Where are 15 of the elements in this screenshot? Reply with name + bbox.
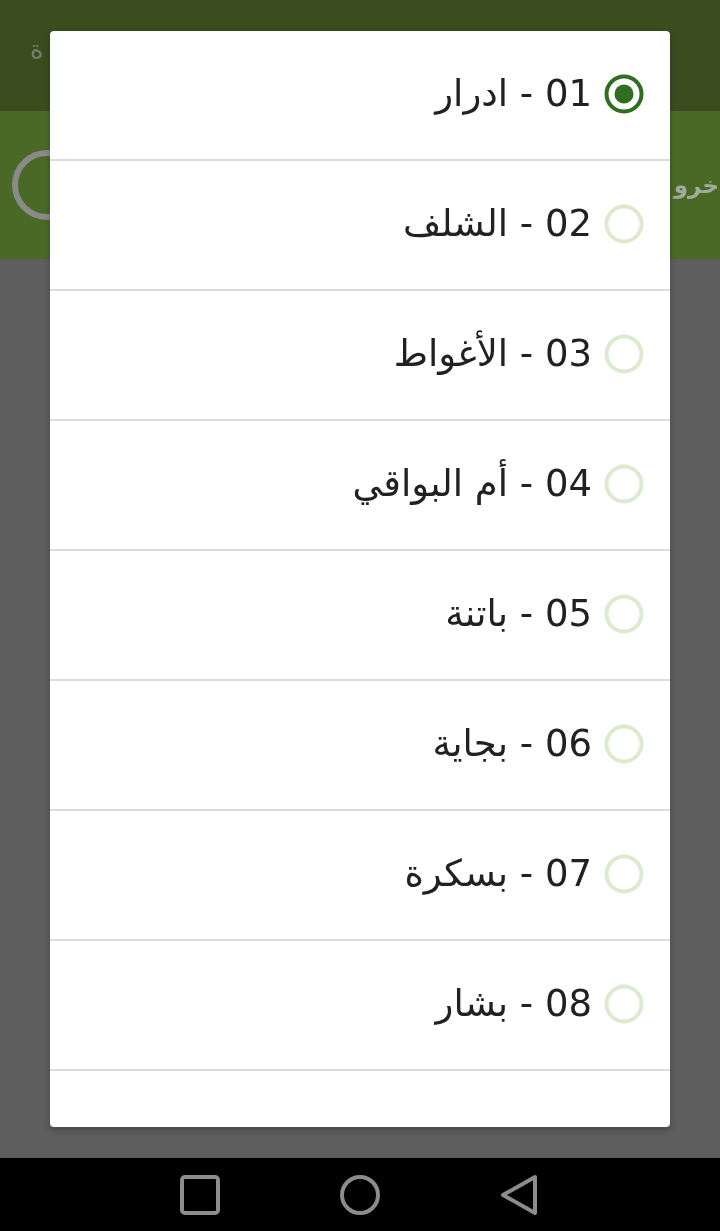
back-icon[interactable] (500, 1174, 540, 1215)
option-label[interactable]: 07 - بسكرة (404, 850, 592, 898)
radio-button[interactable] (604, 74, 644, 114)
option-label[interactable]: 05 - باتنة (445, 590, 592, 638)
option-label[interactable]: 04 - أم البواقي (352, 460, 592, 508)
toolbar-label: خرو (673, 171, 719, 201)
option-label[interactable]: 02 - الشلف (402, 200, 592, 248)
ring-icon (12, 150, 50, 220)
option-label[interactable]: 08 - بشار (435, 980, 592, 1028)
home-icon[interactable] (340, 1174, 380, 1215)
recent-apps-icon[interactable] (180, 1174, 220, 1215)
header-title: ة (30, 34, 44, 67)
option-label[interactable]: 06 - بجاية (432, 720, 592, 768)
option-label[interactable]: 03 - الأغواط (393, 330, 592, 378)
option-label[interactable]: 01 - ادرار (435, 70, 592, 118)
